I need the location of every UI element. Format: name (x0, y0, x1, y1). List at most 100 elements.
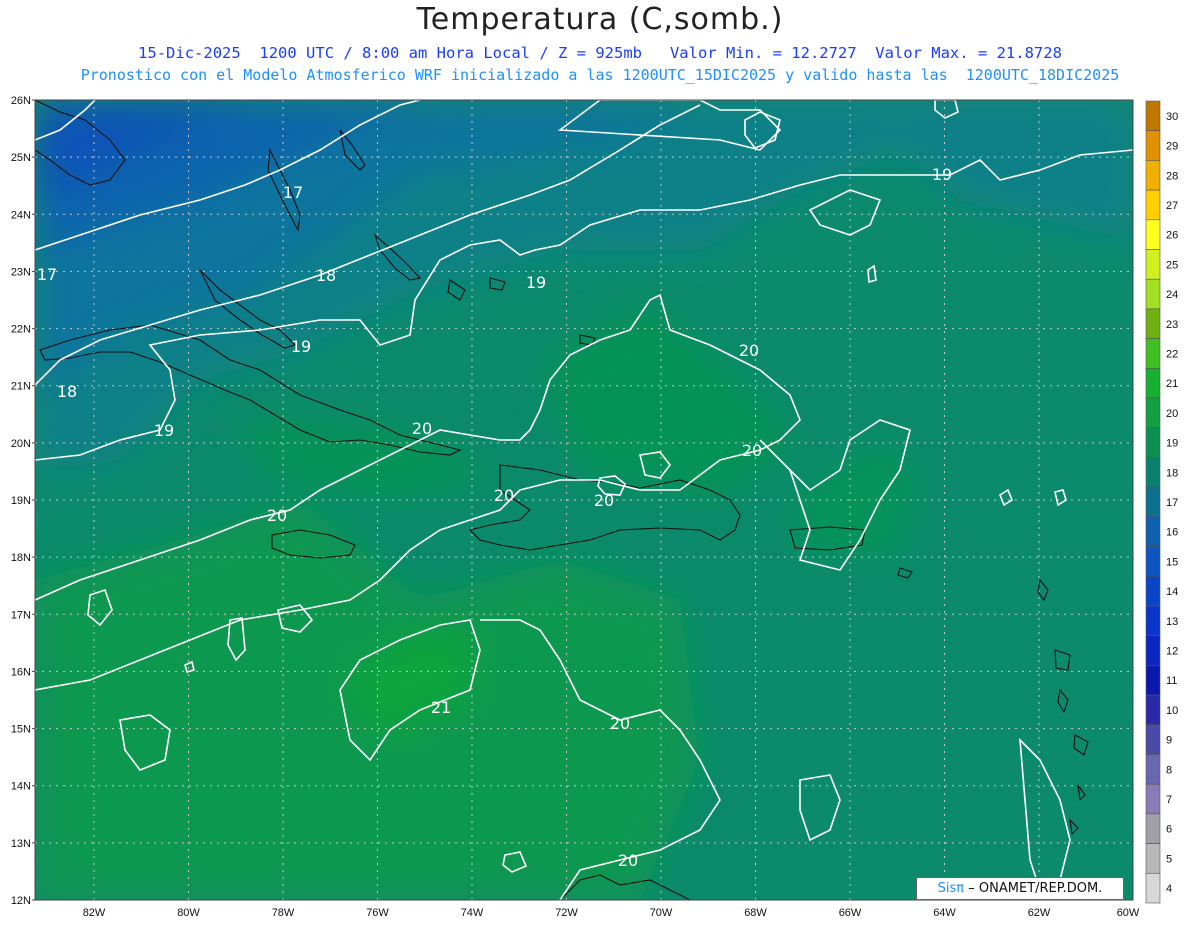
colorbar-swatch (1145, 724, 1161, 755)
lat-tick-label: 17N (11, 609, 31, 621)
lon-tick-label: 64W (933, 907, 956, 919)
lat-tick-label: 20N (11, 438, 31, 450)
colorbar-swatch (1145, 219, 1161, 250)
colorbar-label: 23 (1166, 319, 1178, 331)
map-subtitle-model: Pronostico con el Modelo Atmosferico WRF… (80, 66, 1120, 84)
lon-tick-label: 74W (461, 907, 484, 919)
colorbar-label: 10 (1166, 705, 1178, 717)
contour-label: 19 (932, 165, 952, 184)
colorbar-swatch (1145, 872, 1161, 904)
colorbar-label: 18 (1166, 467, 1178, 479)
colorbar-swatch (1145, 605, 1161, 636)
lat-tick-label: 13N (11, 838, 31, 850)
colorbar-label: 25 (1166, 259, 1178, 271)
colorbar-label: 8 (1166, 764, 1172, 776)
colorbar-label: 12 (1166, 646, 1178, 658)
colorbar-swatch (1145, 160, 1161, 191)
contour-label: 19 (154, 421, 174, 440)
colorbar-swatch (1145, 813, 1161, 844)
colorbar-label: 27 (1166, 200, 1178, 212)
credit-text: – ONAMET/REP.DOM. (968, 881, 1103, 896)
colorbar-swatch (1145, 694, 1161, 726)
lat-tick-label: 24N (11, 209, 31, 221)
lat-tick-label: 18N (11, 552, 31, 564)
colorbar-swatch (1145, 397, 1161, 429)
colorbar-swatch (1145, 189, 1161, 221)
contour-label: 20 (739, 341, 759, 360)
colorbar-label: 26 (1166, 230, 1178, 242)
contour-label: 20 (618, 851, 638, 870)
colorbar-swatch (1145, 457, 1161, 488)
colorbar-label: 21 (1166, 378, 1178, 390)
lon-tick-label: 62W (1028, 907, 1051, 919)
lat-tick-label: 25N (11, 152, 31, 164)
colorbar-swatch (1145, 665, 1161, 696)
colorbar-label: 30 (1166, 111, 1178, 123)
contour-label: 20 (494, 486, 514, 505)
lon-tick-label: 76W (366, 907, 389, 919)
lon-tick-label: 80W (177, 907, 200, 919)
contour-label: 20 (610, 714, 630, 733)
contour-label: 20 (594, 491, 614, 510)
colorbar-label: 4 (1166, 883, 1172, 895)
lon-tick-label: 66W (839, 907, 862, 919)
contour-label: 20 (267, 506, 287, 525)
colorbar-label: 15 (1166, 556, 1178, 568)
colorbar-label: 11 (1166, 675, 1177, 687)
colorbar-swatch (1145, 130, 1161, 161)
contour-label: 21 (431, 698, 451, 717)
lat-tick-label: 12N (11, 895, 31, 907)
colorbar-label: 6 (1166, 824, 1172, 836)
colorbar-label: 7 (1166, 794, 1172, 806)
colorbar-swatch (1145, 308, 1161, 339)
lat-tick-label: 14N (11, 781, 31, 793)
colorbar-swatch (1145, 783, 1161, 815)
colorbar-label: 24 (1166, 289, 1178, 301)
colorbar-label: 29 (1166, 141, 1178, 153)
colorbar-swatch (1145, 546, 1161, 577)
colorbar-swatch (1145, 486, 1161, 518)
map-subtitle-date: 15-Dic-2025 1200 UTC / 8:00 am Hora Loca… (138, 44, 1062, 62)
colorbar-label: 20 (1166, 408, 1178, 420)
lat-axis: 26N 25N 24N 23N 22N 21N 20N 19N 18N 17N 16N 15N 14N 1… (11, 95, 35, 907)
colorbar-swatch (1145, 843, 1161, 874)
lat-tick-label: 22N (11, 324, 31, 336)
colorbar-label: 17 (1166, 497, 1178, 509)
colorbar-swatch (1145, 635, 1161, 666)
contour-label: 17 (37, 265, 57, 284)
contour-label: 19 (526, 273, 546, 292)
lat-tick-label: 26N (11, 95, 31, 107)
colorbar-label: 13 (1166, 616, 1178, 628)
colorbar-swatch (1145, 368, 1161, 399)
colorbar-label: 16 (1166, 527, 1178, 539)
lat-tick-label: 16N (11, 666, 31, 678)
colorbar-swatch (1145, 100, 1161, 132)
colorbar-label: 19 (1166, 438, 1178, 450)
colorbar-swatch (1145, 427, 1161, 458)
lat-tick-label: 19N (11, 495, 31, 507)
lon-tick-label: 60W (1117, 907, 1140, 919)
lon-axis: 82W 80W 78W 76W 74W 72W 70W 68W 66W 64W 62W 60W (83, 907, 1140, 919)
contour-label: 19 (291, 337, 311, 356)
colorbar-swatch (1145, 249, 1161, 280)
lat-tick-label: 15N (11, 724, 31, 736)
colorbar-label: 9 (1166, 735, 1172, 747)
colorbar-swatch (1145, 754, 1161, 785)
colorbar-label: 28 (1166, 170, 1178, 182)
lon-tick-label: 82W (83, 907, 106, 919)
colorbar-swatch (1145, 278, 1161, 310)
lat-tick-label: 23N (11, 266, 31, 278)
contour-label: 20 (742, 441, 762, 460)
credit-box: Sisπ – ONAMET/REP.DOM. (916, 877, 1124, 900)
colorbar: 30 29 28 27 26 25 24 23 22 21 20 19 18 17 16 15 14 13 12 11… (1145, 100, 1178, 904)
lon-tick-label: 78W (272, 907, 295, 919)
map-figure: 17 17 18 18 19 19 19 19 20 20 20 20 20 2… (11, 95, 1178, 919)
sispi-logo: Sisπ (937, 881, 965, 896)
contour-label: 17 (283, 183, 303, 202)
colorbar-swatch (1145, 338, 1161, 369)
lat-tick-label: 21N (11, 381, 31, 393)
lon-tick-label: 70W (650, 907, 673, 919)
lon-tick-label: 72W (555, 907, 578, 919)
colorbar-label: 5 (1166, 853, 1172, 865)
colorbar-label: 22 (1166, 348, 1178, 360)
